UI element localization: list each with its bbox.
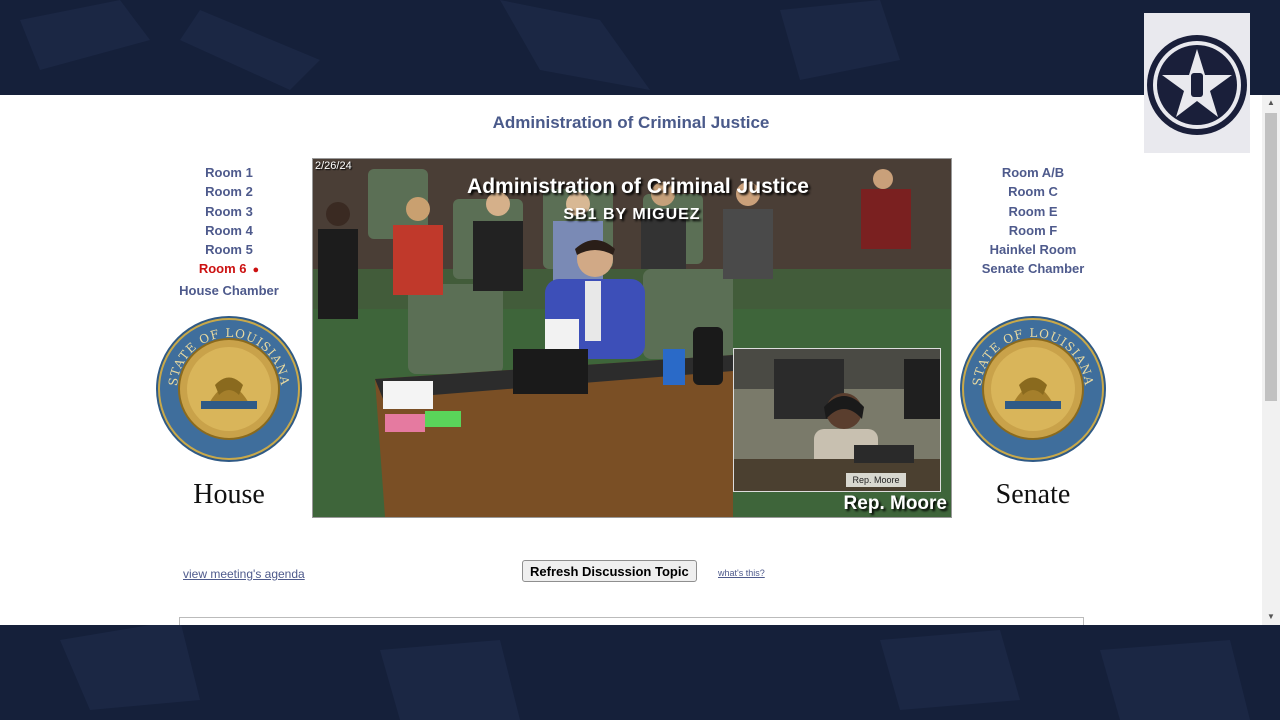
speaker-caption: Rep. Moore	[843, 493, 947, 514]
scroll-up-arrow-icon[interactable]: ▲	[1262, 95, 1280, 111]
room-link-e[interactable]: Room E	[958, 202, 1108, 221]
scroll-thumb[interactable]	[1265, 113, 1277, 401]
room-link-1[interactable]: Room 1	[154, 163, 304, 182]
room-link-senate-chamber[interactable]: Senate Chamber	[958, 259, 1108, 278]
agenda-link[interactable]: view meeting's agenda	[183, 567, 305, 581]
senate-room-list: Room A/B Room C Room E Room F Hainkel Ro…	[958, 163, 1108, 279]
channel-logo	[1144, 13, 1250, 153]
room-link-hainkel[interactable]: Hainkel Room	[958, 240, 1108, 259]
room-link-c[interactable]: Room C	[958, 182, 1108, 201]
room-link-6-active[interactable]: Room 6 ●	[154, 259, 304, 280]
page-title: Administration of Criminal Justice	[492, 113, 770, 132]
picture-in-picture: Rep. Moore	[733, 348, 941, 492]
room-link-6-label: Room 6	[198, 261, 247, 277]
room-link-house-chamber[interactable]: House Chamber	[154, 281, 304, 300]
video-player[interactable]: 2/26/24 Administration of Criminal Justi…	[312, 158, 952, 518]
room-link-a-b[interactable]: Room A/B	[958, 163, 1108, 182]
room-link-2[interactable]: Room 2	[154, 182, 304, 201]
video-date: 2/26/24	[315, 160, 352, 172]
scroll-down-arrow-icon[interactable]: ▼	[1262, 609, 1280, 625]
page-scrollbar[interactable]: ▲ ▼	[1262, 95, 1280, 625]
live-indicator-icon: ●	[252, 264, 260, 277]
room-link-3[interactable]: Room 3	[154, 202, 304, 221]
discussion-topic-box	[179, 617, 1084, 625]
video-title: Administration of Criminal Justice	[467, 175, 809, 198]
room-link-4[interactable]: Room 4	[154, 221, 304, 240]
house-label: House	[193, 479, 265, 510]
whats-this-link[interactable]: what's this?	[718, 568, 765, 578]
senate-label: Senate	[995, 479, 1071, 510]
house-room-list: Room 1 Room 2 Room 3 Room 4 Room 5 Room …	[154, 163, 304, 300]
svg-text:Rep. Moore: Rep. Moore	[852, 475, 899, 485]
louisiana-seal-icon-senate: STATE OF LOUISIANA	[960, 316, 1106, 462]
room-link-5[interactable]: Room 5	[154, 240, 304, 259]
room-link-f[interactable]: Room F	[958, 221, 1108, 240]
webpage: Administration of Criminal Justice Room …	[0, 95, 1262, 625]
refresh-discussion-button[interactable]: Refresh Discussion Topic	[522, 560, 697, 582]
star-badge-icon	[1147, 35, 1247, 135]
pip-frame: Rep. Moore	[734, 349, 940, 491]
louisiana-seal-icon: STATE OF LOUISIANA	[156, 316, 302, 462]
video-subtitle: SB1 BY MIGUEZ	[563, 206, 701, 223]
